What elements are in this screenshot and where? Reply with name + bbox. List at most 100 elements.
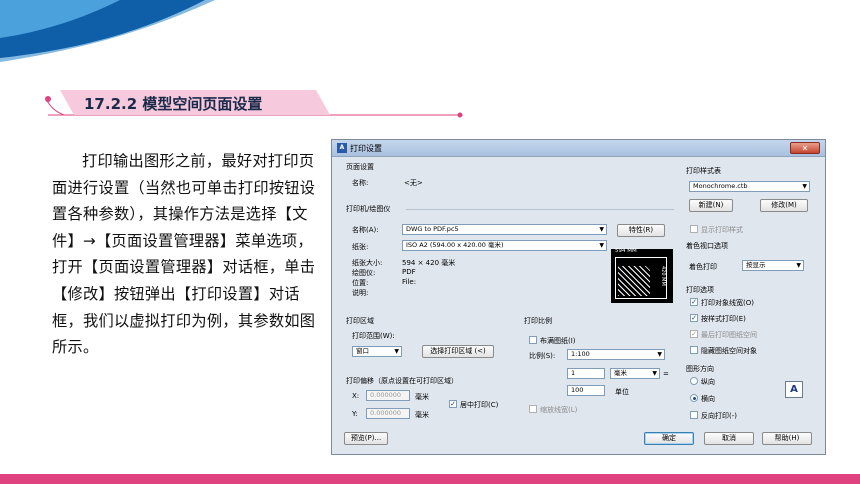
plot-paperspace-last-checkbox[interactable]: ✓	[690, 330, 698, 338]
display-plot-styles-label: 显示打印样式	[701, 226, 743, 234]
offset-y-unit: 毫米	[415, 411, 429, 419]
location-label: 位置:	[352, 279, 369, 287]
body-paragraph: 打印输出图形之前，最好对打印页面进行设置（当然也可单击打印按钮设置各种参数），其…	[52, 152, 316, 357]
preview-paper-outline: 420 MM	[615, 257, 667, 299]
fit-to-paper-checkbox[interactable]	[529, 336, 537, 344]
landscape-label: 横向	[701, 395, 715, 403]
plot-range-select[interactable]: 窗口 ▼	[352, 346, 402, 357]
chevron-down-icon: ▼	[652, 370, 657, 377]
scale-units-select[interactable]: 毫米 ▼	[610, 368, 660, 379]
offset-x-unit: 毫米	[415, 393, 429, 401]
preview-height-label: 420 MM	[660, 266, 666, 286]
paper-size-value: ISO A2 (594.00 x 420.00 毫米)	[406, 241, 504, 249]
scale-units-value: 毫米	[614, 369, 627, 377]
shaded-viewport-group-label: 着色视口选项	[686, 242, 728, 250]
page-setup-name-value: <无>	[404, 179, 423, 187]
hide-paperspace-objects-label: 隐藏图纸空间对象	[701, 347, 757, 355]
plot-range-value: 窗口	[356, 347, 369, 355]
scale-lineweights-label: 缩放线宽(L)	[540, 406, 578, 414]
preview-width-label: 594 MM	[615, 248, 637, 254]
offset-x-input[interactable]: 0.000000	[366, 390, 410, 401]
chevron-down-icon: ▼	[657, 351, 662, 358]
description-label: 说明:	[352, 289, 369, 297]
paper-size-select[interactable]: ISO A2 (594.00 x 420.00 毫米) ▼	[402, 240, 607, 251]
paper-dimensions-value: 594 × 420 毫米	[402, 259, 456, 267]
printer-group-divider	[406, 209, 674, 210]
edit-plot-style-button[interactable]: 修改(M)	[760, 199, 808, 212]
plot-settings-dialog: A 打印设置 ✕ 页面设置 名称: <无> 打印机/绘图仪 名称(A): DWG…	[331, 139, 826, 455]
plot-upside-down-label: 反向打印(-)	[701, 412, 737, 420]
help-button[interactable]: 帮助(H)	[762, 432, 812, 445]
landscape-radio[interactable]	[690, 394, 698, 402]
shade-plot-label: 着色打印	[689, 263, 717, 271]
plot-range-label: 打印范围(W):	[352, 332, 395, 340]
select-plot-area-button[interactable]: 选择打印区域 (<)	[422, 345, 494, 358]
portrait-radio[interactable]	[690, 377, 698, 385]
autocad-app-icon: A	[337, 143, 347, 153]
shade-plot-select[interactable]: 按显示 ▼	[742, 260, 804, 271]
paper-dimensions-label: 纸张大小:	[352, 259, 383, 267]
preview-printable-area	[618, 266, 650, 296]
cancel-button[interactable]: 取消	[704, 432, 754, 445]
plot-style-select[interactable]: Monochrome.ctb ▼	[689, 181, 810, 192]
portrait-label: 纵向	[701, 378, 715, 386]
plot-style-value: Monochrome.ctb	[693, 182, 748, 190]
chevron-down-icon: ▼	[394, 348, 399, 355]
scale-select[interactable]: 1:100 ▼	[567, 349, 665, 360]
chevron-down-icon: ▼	[796, 262, 801, 269]
footer-accent-bar	[0, 474, 860, 484]
scale-value: 1:100	[571, 350, 590, 358]
dialog-title: 打印设置	[350, 144, 382, 153]
preview-button[interactable]: 预览(P)...	[344, 432, 388, 445]
scale-drawing-units-input[interactable]: 100	[567, 385, 605, 396]
section-title: 17.2.2 模型空间页面设置	[84, 95, 263, 113]
hide-paperspace-objects-checkbox[interactable]	[690, 346, 698, 354]
center-plot-checkbox[interactable]: ✓	[449, 400, 457, 408]
shade-plot-value: 按显示	[746, 261, 766, 269]
plot-with-styles-label: 按样式打印(E)	[701, 315, 746, 323]
printer-name-label: 名称(A):	[352, 226, 379, 234]
location-value: File:	[402, 278, 417, 286]
plot-scale-group-label: 打印比例	[524, 317, 552, 325]
offset-y-input[interactable]: 0.000000	[366, 408, 410, 419]
plot-options-group-label: 打印选项	[686, 286, 714, 294]
plotter-value: PDF	[402, 268, 416, 276]
fit-to-paper-label: 布满图纸(I)	[540, 337, 576, 345]
plot-style-group-label: 打印样式表	[686, 167, 721, 175]
plot-with-styles-checkbox[interactable]: ✓	[690, 314, 698, 322]
close-button[interactable]: ✕	[790, 142, 820, 154]
plot-lineweights-checkbox[interactable]: ✓	[690, 298, 698, 306]
plotter-label: 绘图仪:	[352, 269, 376, 277]
printer-name-value: DWG to PDF.pc5	[406, 225, 459, 233]
header-wave-decoration	[0, 0, 215, 62]
printer-group-label: 打印机/绘图仪	[346, 205, 391, 213]
offset-x-label: X:	[352, 392, 360, 400]
scale-lineweights-checkbox[interactable]	[529, 405, 537, 413]
page-setup-name-label: 名称:	[352, 179, 369, 187]
plot-area-group-label: 打印区域	[346, 317, 374, 325]
plot-lineweights-label: 打印对象线宽(O)	[701, 299, 754, 307]
center-plot-label: 居中打印(C)	[460, 401, 499, 409]
new-plot-style-button[interactable]: 新建(N)	[689, 199, 733, 212]
orientation-group-label: 图形方向	[686, 365, 714, 373]
ok-button[interactable]: 确定	[644, 432, 694, 445]
orientation-preview-icon: A	[785, 381, 803, 398]
plot-paperspace-last-label: 最后打印图纸空间	[701, 331, 757, 339]
paper-preview: 594 MM 420 MM	[611, 248, 673, 303]
printer-name-select[interactable]: DWG to PDF.pc5 ▼	[402, 224, 607, 235]
scale-drawing-units-label: 单位	[615, 388, 629, 396]
scale-equals-sign: =	[663, 370, 669, 378]
offset-y-label: Y:	[352, 410, 358, 418]
plot-upside-down-checkbox[interactable]	[690, 411, 698, 419]
printer-properties-button[interactable]: 特性(R)	[617, 224, 665, 237]
display-plot-styles-checkbox[interactable]	[690, 225, 698, 233]
chevron-down-icon: ▼	[599, 242, 604, 249]
paper-label: 纸张:	[352, 243, 369, 251]
dialog-title-bar: A 打印设置 ✕	[332, 140, 825, 157]
chevron-down-icon: ▼	[802, 183, 807, 190]
page-setup-group-label: 页面设置	[346, 163, 374, 171]
plot-offset-group-label: 打印偏移（原点设置在可打印区域）	[346, 377, 458, 385]
scale-paper-units-input[interactable]: 1	[567, 368, 605, 379]
chevron-down-icon: ▼	[599, 226, 604, 233]
scale-label: 比例(S):	[529, 352, 556, 360]
